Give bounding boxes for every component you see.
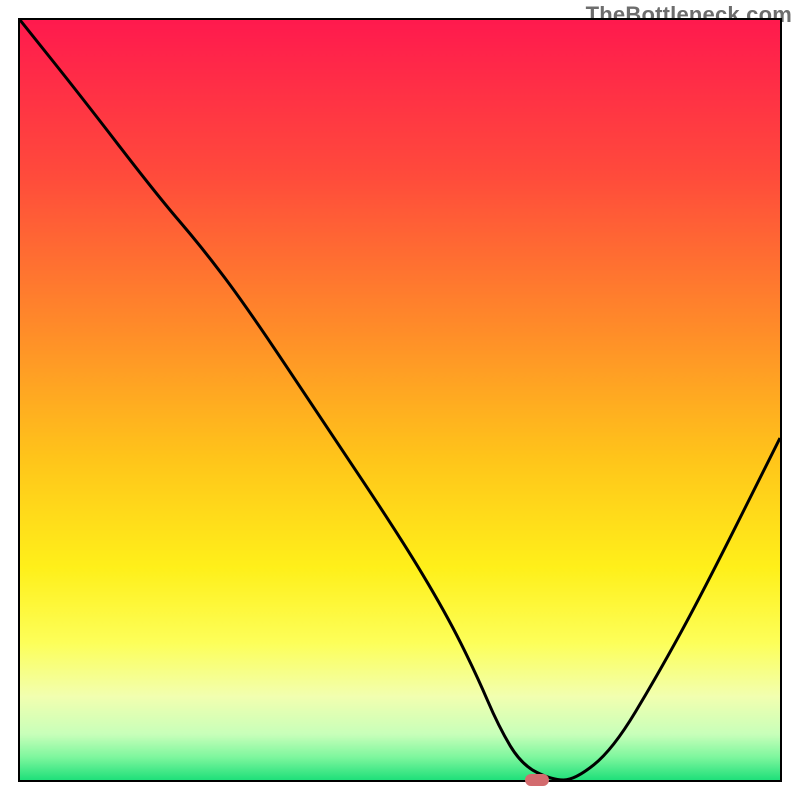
optimal-point-marker bbox=[525, 774, 549, 786]
chart-container: TheBottleneck.com bbox=[0, 0, 800, 800]
bottleneck-curve bbox=[20, 20, 780, 780]
curve-layer bbox=[20, 20, 780, 780]
plot-area bbox=[18, 18, 782, 782]
